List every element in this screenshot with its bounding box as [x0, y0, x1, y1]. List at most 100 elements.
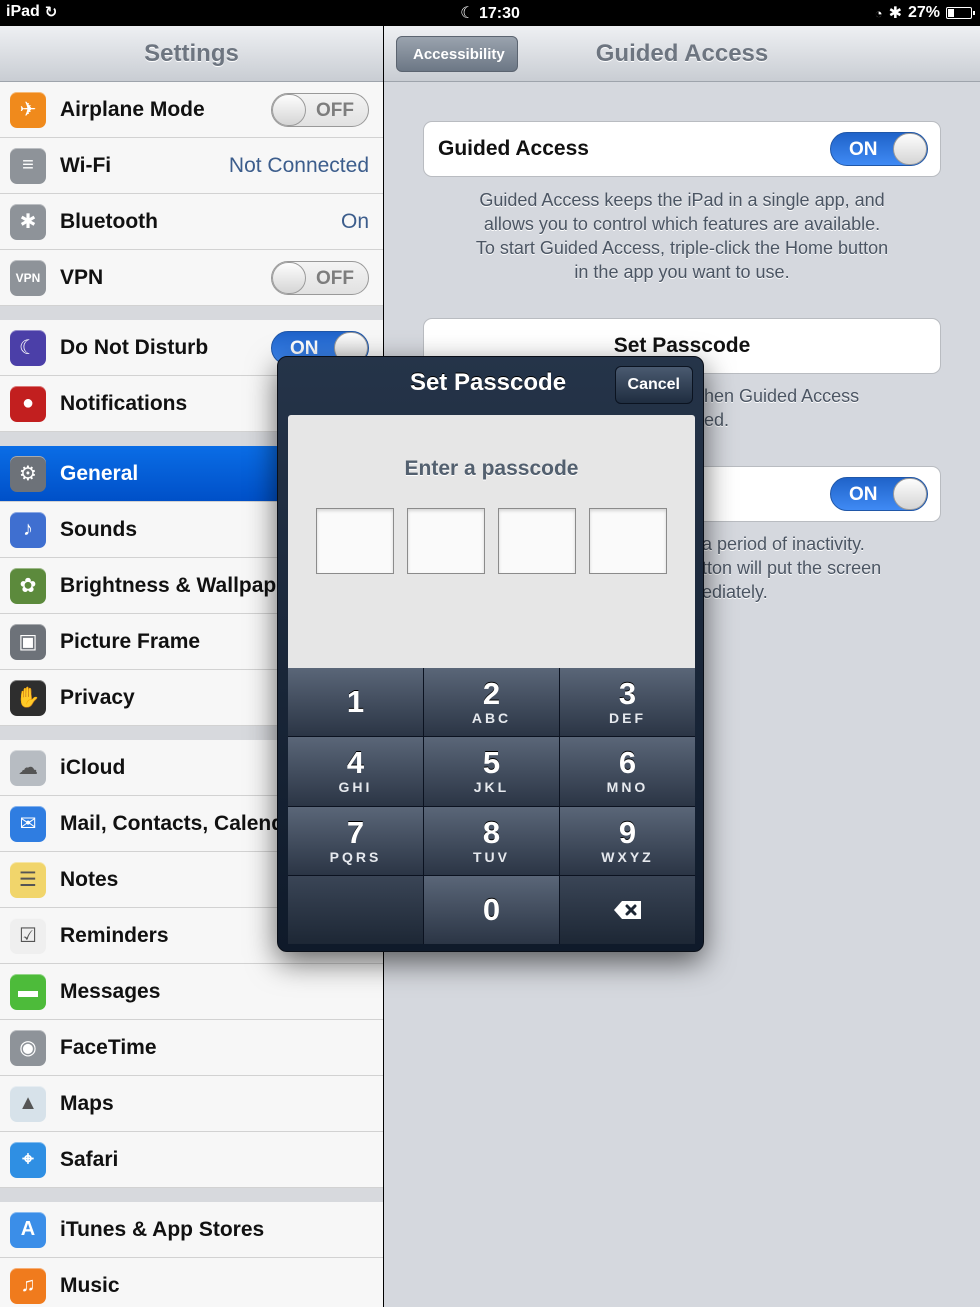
passcode-digit-box[interactable] — [498, 508, 576, 574]
key-0[interactable]: 0 — [424, 875, 559, 944]
toggle-switch[interactable]: OFF — [271, 92, 369, 127]
set-passcode-label: Set Passcode — [613, 334, 751, 357]
cancel-button[interactable]: Cancel — [614, 366, 693, 404]
key-5[interactable]: 5 JKL — [424, 737, 559, 806]
settings-row-vpn[interactable]: VPN VPN OFF — [0, 250, 383, 306]
group-separator — [0, 306, 383, 320]
description-line: To start Guided Access, triple-click the… — [475, 238, 889, 258]
settings-row-label: Reminders — [60, 923, 169, 947]
settings-row-label: Sounds — [60, 517, 137, 541]
passcode-panel: Enter a passcode — [288, 415, 695, 668]
airplane-icon: ✈ — [10, 91, 46, 128]
settings-row-facetime[interactable]: ◉ FaceTime — [0, 1020, 383, 1076]
status-bar: iPad ↻ ☾ 17:30 ◔ ✱ 27% — [0, 0, 980, 26]
key-number: 2 — [482, 676, 501, 712]
settings-row-label: Music — [60, 1273, 120, 1297]
key-8[interactable]: 8 TUV — [424, 806, 559, 875]
settings-row-label: Notifications — [60, 391, 188, 415]
key-number: 6 — [618, 745, 637, 781]
key-letters: WXYZ — [601, 848, 654, 865]
toggle-switch[interactable]: OFF — [271, 260, 369, 295]
key-letters: PQRS — [329, 848, 382, 865]
settings-row-label: Brightness & Wallpaper — [60, 573, 297, 597]
settings-row-messages[interactable]: ▬ Messages — [0, 964, 383, 1020]
settings-row-label: Wi-Fi — [60, 153, 112, 177]
battery-percent: 27% — [907, 4, 940, 21]
settings-row-label: Privacy — [60, 685, 135, 709]
messages-icon: ▬ — [10, 973, 46, 1010]
passcode-digit-box[interactable] — [407, 508, 485, 574]
settings-row-wi-fi[interactable]: ≡ Wi-Fi Not Connected — [0, 138, 383, 194]
guided-access-cell: Guided Access ON — [423, 121, 941, 177]
key-number: 7 — [346, 814, 365, 850]
toggle-knob — [893, 133, 927, 165]
second-toggle[interactable]: ON — [830, 477, 928, 511]
toggle-text: OFF — [316, 99, 354, 121]
settings-row-maps[interactable]: ▲ Maps — [0, 1076, 383, 1132]
key-number: 3 — [618, 676, 637, 712]
key-2[interactable]: 2 ABC — [424, 668, 559, 737]
description-line: Guided Access keeps the iPad in a single… — [479, 190, 885, 210]
footer-line: ediately. — [702, 582, 768, 602]
toggle-knob — [893, 478, 927, 510]
status-clock: ☾ 17:30 — [0, 3, 980, 23]
passcode-prompt: Enter a passcode — [404, 457, 579, 480]
key-number: 4 — [346, 745, 365, 781]
gear-icon: ⚙ — [10, 455, 46, 492]
mail-icon: ✉ — [10, 805, 46, 842]
passcode-digit-box[interactable] — [316, 508, 394, 574]
second-toggle-text: ON — [849, 484, 878, 505]
footer-line: tton will put the screen — [702, 558, 882, 578]
status-right: ◔ ✱ 27% — [874, 3, 975, 23]
settings-title: Settings — [144, 39, 239, 67]
back-button[interactable]: Accessibility — [396, 36, 518, 72]
settings-row-label: Notes — [60, 867, 119, 891]
detail-title: Guided Access — [595, 39, 769, 67]
key-1[interactable]: 1 — [288, 668, 423, 737]
settings-row-itunes-app-stores[interactable]: AiTunes & App Stores — [0, 1202, 383, 1258]
settings-row-label: VPN — [60, 265, 104, 289]
key-blank — [288, 875, 423, 944]
bluetooth-icon: ✱ — [10, 203, 46, 240]
settings-row-value: On — [340, 209, 369, 233]
key-6[interactable]: 6 MNO — [560, 737, 695, 806]
key-7[interactable]: 7 PQRS — [288, 806, 423, 875]
delete-key[interactable] — [560, 875, 695, 944]
lock-rotation-icon: ◔ — [874, 5, 883, 21]
notes-icon: ☰ — [10, 861, 46, 898]
key-letters: JKL — [473, 779, 510, 796]
cancel-label: Cancel — [627, 376, 680, 393]
settings-row-music[interactable]: ♫ Music — [0, 1258, 383, 1307]
key-letters: DEF — [609, 710, 646, 727]
battery-icon — [946, 7, 975, 19]
settings-row-label: FaceTime — [60, 1035, 157, 1059]
settings-row-label: iTunes & App Stores — [60, 1217, 265, 1241]
key-number: 8 — [482, 814, 501, 850]
settings-row-value: Not Connected — [228, 153, 369, 177]
settings-row-bluetooth[interactable]: ✱ Bluetooth On — [0, 194, 383, 250]
settings-row-airplane-mode[interactable]: ✈ Airplane Mode OFF — [0, 82, 383, 138]
settings-row-safari[interactable]: ⌖ Safari — [0, 1132, 383, 1188]
passcode-digit-box[interactable] — [589, 508, 667, 574]
settings-row-label: Maps — [60, 1091, 114, 1115]
settings-row-label: Airplane Mode — [60, 97, 205, 121]
settings-row-label: Safari — [60, 1147, 119, 1171]
key-letters: GHI — [338, 779, 373, 796]
vpn-icon: VPN — [10, 259, 46, 296]
key-4[interactable]: 4 GHI — [288, 737, 423, 806]
passcode-boxes — [316, 508, 667, 574]
guided-access-toggle[interactable]: ON — [830, 132, 928, 166]
key-9[interactable]: 9 WXYZ — [560, 806, 695, 875]
back-button-label: Accessibility — [413, 45, 505, 63]
time: 17:30 — [478, 5, 520, 22]
speaker-icon: ♪ — [10, 511, 46, 548]
key-3[interactable]: 3 DEF — [560, 668, 695, 737]
settings-row-label: Do Not Disturb — [60, 335, 209, 359]
toggle-text: OFF — [316, 267, 354, 289]
settings-row-label: Picture Frame — [60, 629, 201, 653]
guided-access-description: Guided Access keeps the iPad in a single… — [423, 188, 941, 284]
key-number: 0 — [482, 891, 501, 927]
key-number: 9 — [618, 814, 637, 850]
description-line: in the app you want to use. — [574, 262, 790, 282]
settings-row-label: General — [60, 461, 139, 485]
